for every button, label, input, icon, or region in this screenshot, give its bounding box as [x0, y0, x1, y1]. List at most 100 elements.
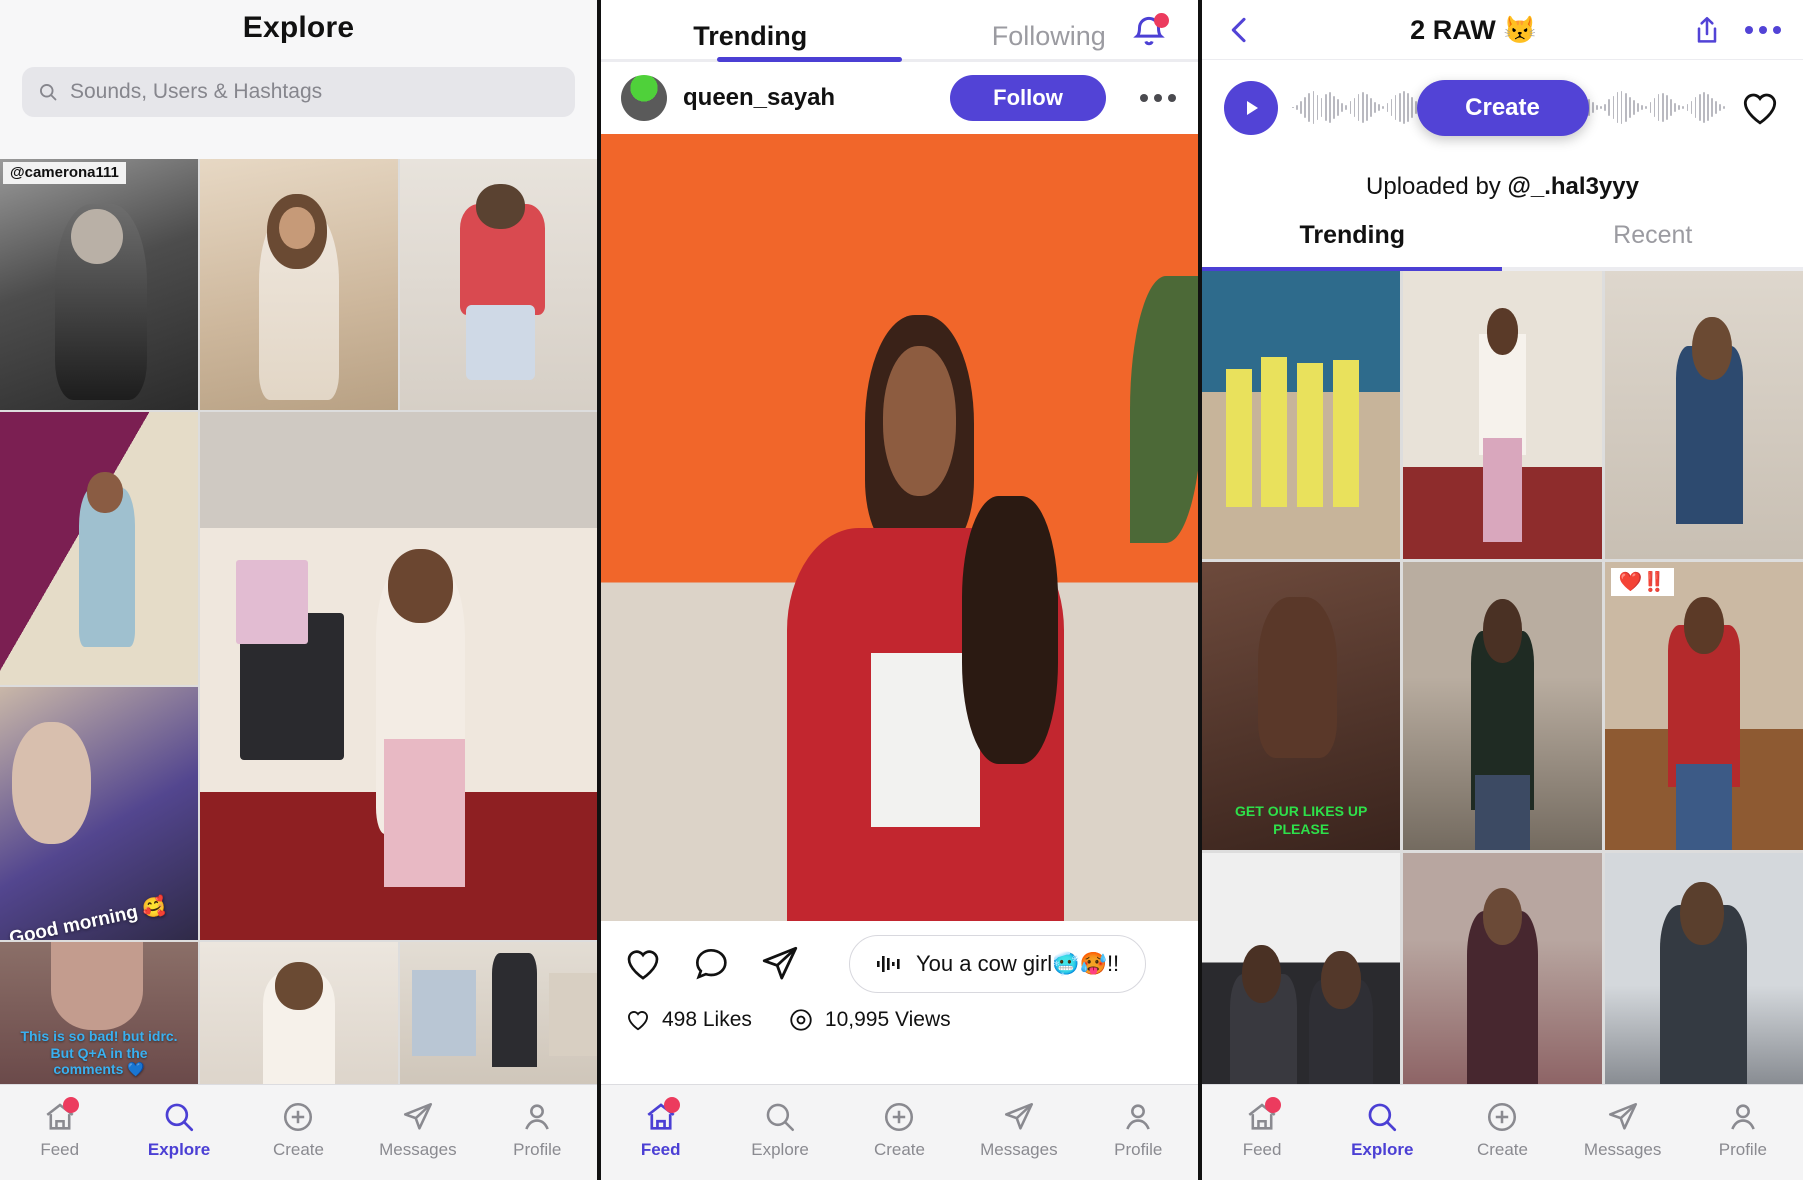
nav-item-messages[interactable]: Messages [1568, 1100, 1678, 1160]
sound-detail-screen: 2 RAW 😾 Create Uploaded by @_.hal3yyy Tr… [1202, 0, 1803, 1180]
notification-badge [62, 1096, 79, 1113]
search-placeholder: Sounds, Users & Hashtags [70, 80, 323, 103]
uploaded-by-user[interactable]: @_.hal3yyy [1507, 173, 1638, 200]
bottom-nav-feed: Feed Explore Create Messages Profile [601, 1084, 1198, 1180]
nav-item-explore[interactable]: Explore [725, 1100, 835, 1160]
tab-active-underline [717, 57, 902, 62]
explore-tile[interactable] [0, 412, 198, 685]
nav-label: Create [272, 1139, 324, 1159]
tab-recent[interactable]: Recent [1503, 207, 1803, 271]
tab-trending[interactable]: Trending [1202, 207, 1503, 271]
paper-plane-icon [1606, 1100, 1640, 1134]
explore-grid: @camerona111 Good morning 🥰 This is so b… [0, 159, 597, 1084]
nav-label: Feed [640, 1139, 681, 1159]
heart-icon [627, 1011, 649, 1031]
person-icon [520, 1100, 554, 1134]
nav-label: Create [873, 1139, 925, 1159]
avatar[interactable] [621, 75, 667, 121]
nav-item-create[interactable]: Create [1447, 1100, 1557, 1160]
notification-badge [1154, 13, 1169, 28]
plus-circle-icon [1485, 1100, 1519, 1134]
nav-label: Messages [980, 1139, 1058, 1159]
heart-icon[interactable] [1739, 87, 1781, 129]
sound-header: 2 RAW 😾 [1202, 0, 1803, 59]
page-title: Explore [242, 11, 355, 44]
comment-icon[interactable] [691, 944, 731, 984]
explore-tile[interactable] [400, 942, 597, 1084]
nav-item-profile[interactable]: Profile [1688, 1100, 1798, 1160]
nav-label: Explore [147, 1139, 211, 1159]
feed-tabs: Trending Following [601, 0, 1198, 62]
nav-label: Feed [40, 1139, 80, 1159]
nav-item-messages[interactable]: Messages [964, 1100, 1074, 1160]
views-count: 10,995 Views [824, 1008, 951, 1031]
nav-label: Messages [1583, 1139, 1662, 1159]
explore-tile-featured[interactable] [200, 412, 597, 940]
eye-icon [790, 1009, 812, 1031]
nav-label: Profile [1114, 1139, 1163, 1159]
sound-tile[interactable] [1403, 562, 1602, 850]
share-up-icon[interactable] [1691, 14, 1723, 46]
search-icon [162, 1100, 196, 1134]
explore-tile[interactable]: This is so bad! but idrc. But Q+A in the… [0, 942, 198, 1084]
home-icon [644, 1096, 680, 1134]
chevron-left-icon[interactable] [1224, 14, 1256, 46]
nav-label: Profile [1718, 1139, 1767, 1159]
uploaded-by: Uploaded by @_.hal3yyy [1202, 155, 1803, 207]
tile-username-tag: @camerona111 [3, 162, 126, 184]
tab-trending[interactable]: Trending [601, 21, 900, 62]
nav-label: Create [1476, 1139, 1528, 1159]
explore-tile[interactable] [200, 159, 398, 410]
sound-tile[interactable] [1202, 271, 1401, 559]
nav-item-profile[interactable]: Profile [482, 1100, 592, 1160]
sound-tile[interactable] [1403, 271, 1602, 559]
sound-video-grid: GET OUR LIKES UP PLEASE ❤️‼️ [1202, 271, 1803, 1141]
bottom-nav-sound: Feed Explore Create Messages Profile [1202, 1084, 1803, 1180]
nav-item-create[interactable]: Create [844, 1100, 954, 1160]
sound-tabs: Trending Recent [1202, 207, 1803, 271]
nav-item-explore[interactable]: Explore [1327, 1100, 1437, 1160]
explore-tile[interactable]: @camerona111 [0, 159, 198, 410]
sound-player: Create [1202, 59, 1803, 155]
tile-caption: Good morning 🥰 [7, 895, 169, 940]
page-title: 2 RAW 😾 [1410, 14, 1537, 45]
heart-icon[interactable] [623, 944, 663, 984]
explore-tile[interactable] [200, 942, 398, 1084]
tile-badge: ❤️‼️ [1610, 568, 1674, 596]
plus-circle-icon [882, 1100, 916, 1134]
paper-plane-icon [401, 1100, 435, 1134]
home-icon [43, 1096, 79, 1134]
explore-tile[interactable] [400, 159, 597, 410]
post-username[interactable]: queen_sayah [683, 84, 934, 112]
create-button[interactable]: Create [1416, 80, 1589, 136]
sound-pill[interactable]: You a cow girl🥶🥵!! [849, 935, 1147, 993]
share-icon[interactable] [759, 943, 801, 985]
nav-label: Explore [751, 1139, 809, 1159]
search-icon [40, 84, 57, 101]
sound-tile[interactable]: GET OUR LIKES UP PLEASE [1202, 562, 1401, 850]
nav-item-create[interactable]: Create [243, 1100, 353, 1160]
post-header: queen_sayah Follow [601, 62, 1198, 134]
follow-button[interactable]: Follow [950, 75, 1106, 121]
nav-item-feed[interactable]: Feed [1207, 1096, 1317, 1160]
post-media[interactable] [601, 134, 1198, 921]
more-horizontal-icon[interactable] [1745, 25, 1781, 34]
more-horizontal-icon[interactable] [1140, 94, 1176, 102]
sound-tile[interactable] [1604, 271, 1803, 559]
search-icon [763, 1100, 797, 1134]
play-button[interactable] [1224, 80, 1278, 135]
sound-tile[interactable]: ❤️‼️ [1604, 562, 1803, 850]
notifications-button[interactable] [1130, 12, 1170, 52]
person-icon [1121, 1100, 1155, 1134]
nav-item-explore[interactable]: Explore [124, 1100, 234, 1160]
home-icon [1245, 1096, 1282, 1134]
explore-screen: Explore Sounds, Users & Hashtags @camero… [0, 0, 601, 1180]
explore-tile[interactable]: Good morning 🥰 [0, 687, 198, 940]
person-icon [1726, 1100, 1760, 1134]
nav-item-feed[interactable]: Feed [5, 1096, 115, 1160]
plus-circle-icon [281, 1100, 315, 1134]
nav-item-messages[interactable]: Messages [363, 1100, 473, 1160]
search-input[interactable]: Sounds, Users & Hashtags [22, 67, 575, 117]
nav-item-feed[interactable]: Feed [606, 1096, 716, 1160]
nav-item-profile[interactable]: Profile [1083, 1100, 1193, 1160]
